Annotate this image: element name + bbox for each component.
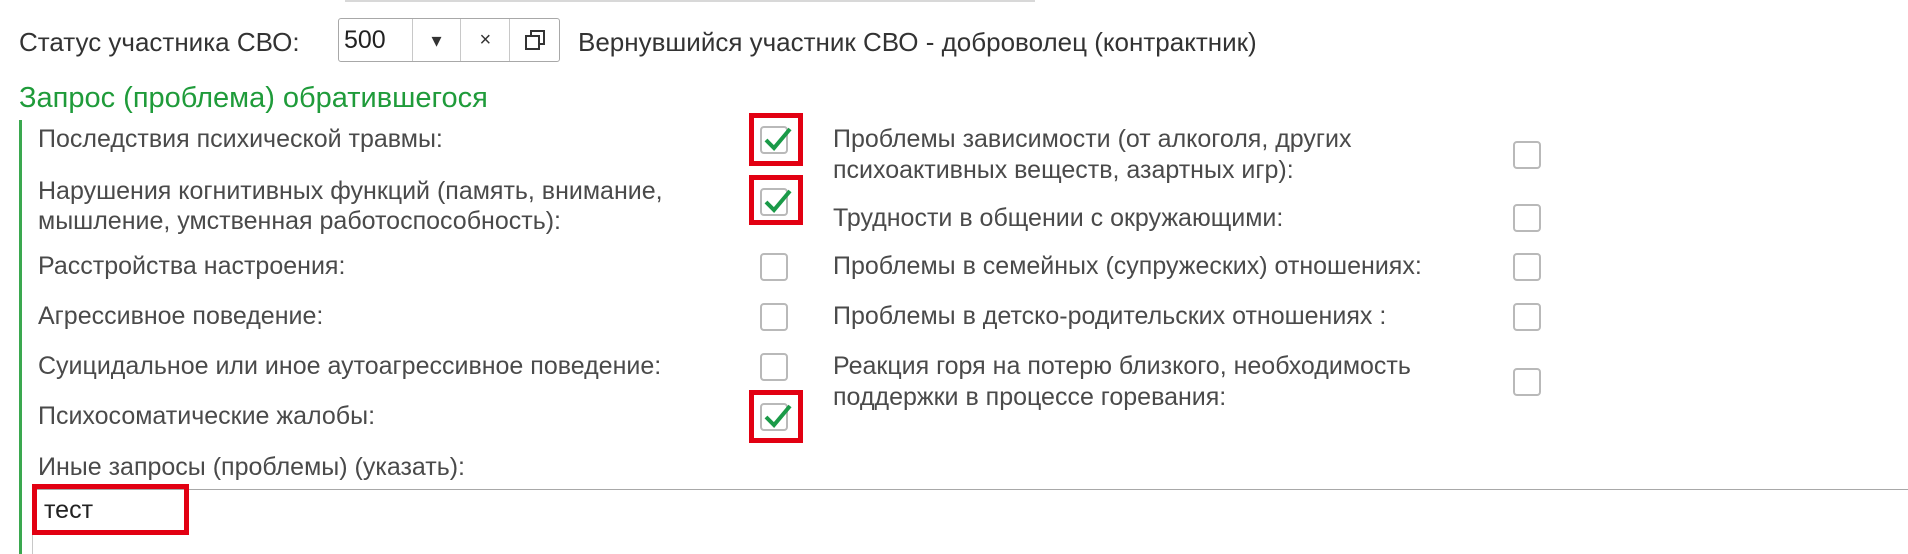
checkbox-mood[interactable] [760, 253, 788, 281]
left-item-label: Последствия психической травмы: [38, 125, 443, 153]
left-item-label: Суицидальное или иное аутоагрессивное по… [38, 352, 662, 380]
section-title: Запрос (проблема) обратившегося [19, 82, 488, 114]
checkbox-suicidal[interactable] [760, 353, 788, 381]
left-item-label: Агрессивное поведение: [38, 302, 324, 330]
status-description: Вернувшийся участник СВО - доброволец (к… [578, 27, 1257, 57]
right-item-label: психоактивных веществ, азартных игр): [833, 156, 1294, 184]
top-divider [345, 0, 1035, 2]
left-item-label: мышление, умственная работоспособность): [38, 207, 561, 235]
clear-button[interactable]: × [461, 19, 511, 61]
highlight-box [749, 113, 803, 166]
checkbox-parent-child[interactable] [1513, 303, 1541, 331]
dropdown-button[interactable]: ▾ [413, 19, 462, 61]
open-form-icon [524, 30, 545, 50]
section-accent-bar [19, 120, 22, 554]
highlight-box [32, 484, 189, 535]
highlight-box [749, 175, 803, 225]
chevron-down-icon: ▾ [431, 29, 442, 52]
highlight-box [749, 390, 803, 443]
close-icon: × [479, 28, 492, 51]
other-requests-field-border [32, 489, 1908, 490]
left-item-label: Психосоматические жалобы: [38, 402, 376, 430]
right-item-label: Проблемы в семейных (супружеских) отноше… [833, 252, 1422, 280]
right-item-label: Проблемы зависимости (от алкоголя, други… [833, 125, 1352, 153]
checkbox-addiction[interactable] [1513, 141, 1541, 169]
checkbox-communication[interactable] [1513, 204, 1541, 232]
right-item-label: Трудности в общении с окружающими: [833, 204, 1284, 232]
right-item-label: поддержки в процессе горевания: [833, 383, 1227, 411]
checkbox-grief[interactable] [1513, 368, 1541, 396]
status-field[interactable]: 500 ▾ × [338, 18, 560, 62]
right-item-label: Проблемы в детско-родительских отношения… [833, 302, 1387, 330]
other-requests-label: Иные запросы (проблемы) (указать): [38, 453, 466, 481]
left-item-label: Нарушения когнитивных функций (память, в… [38, 177, 663, 205]
checkbox-family[interactable] [1513, 253, 1541, 281]
checkbox-aggression[interactable] [760, 303, 788, 331]
right-item-label: Реакция горя на потерю близкого, необход… [833, 352, 1411, 380]
status-label: Статус участника СВО: [19, 27, 300, 57]
left-item-label: Расстройства настроения: [38, 252, 346, 280]
open-button[interactable] [510, 19, 559, 61]
status-value-input[interactable]: 500 [339, 19, 413, 61]
